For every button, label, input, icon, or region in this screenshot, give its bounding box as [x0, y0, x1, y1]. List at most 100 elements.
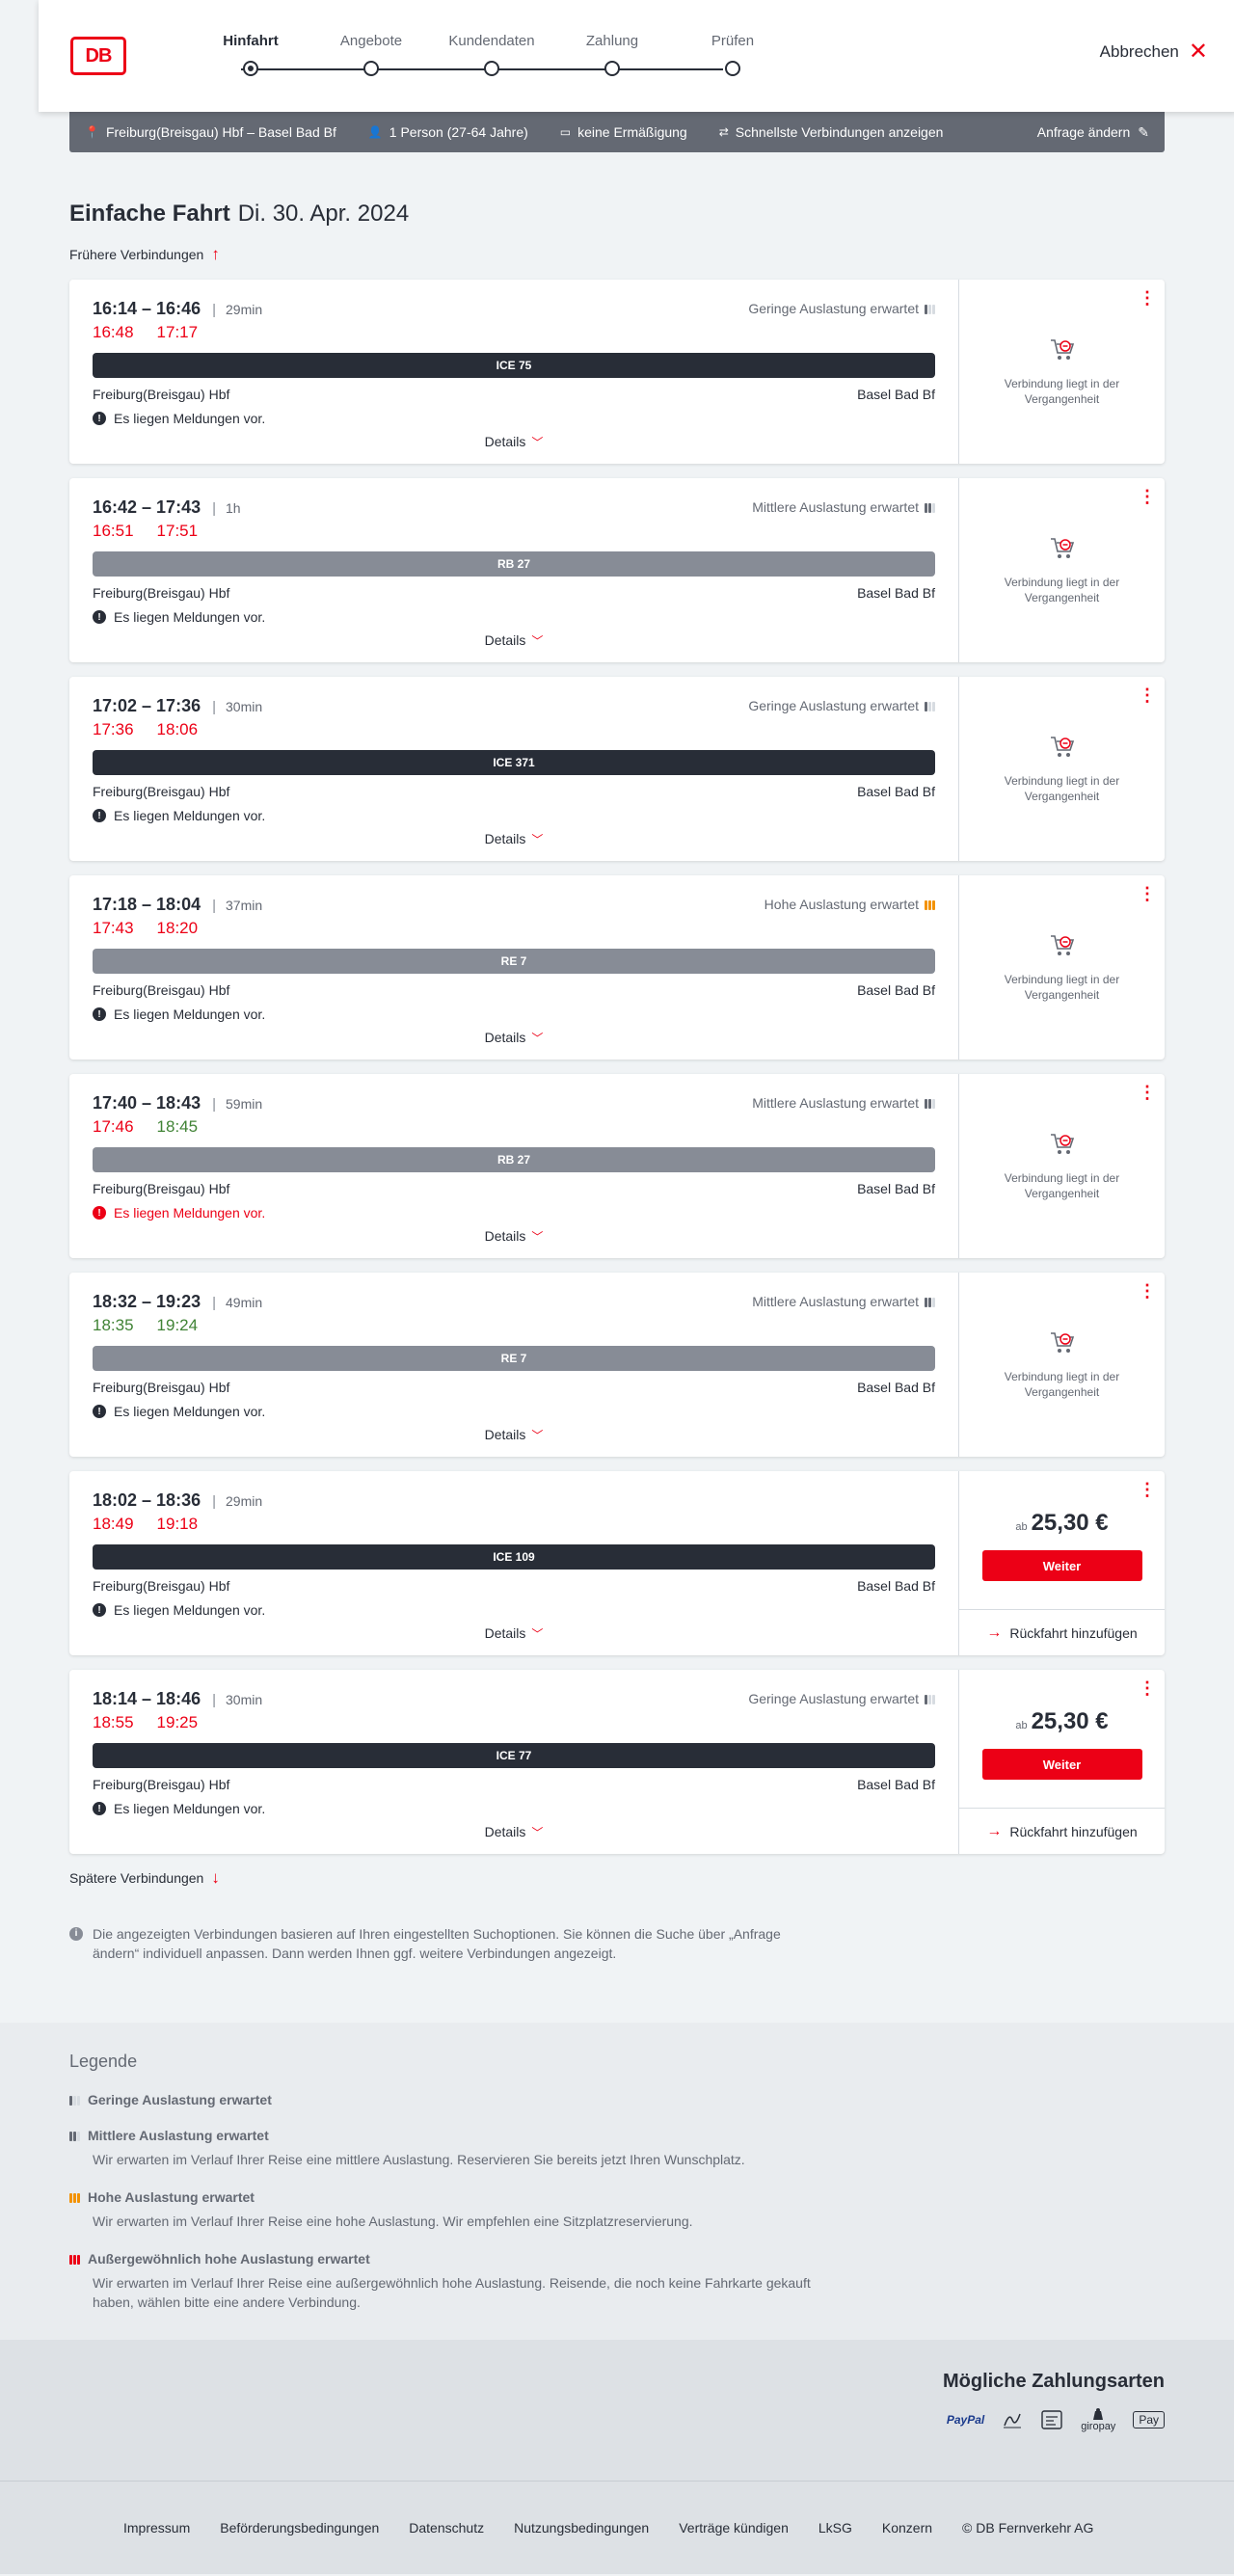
- search-summary-bar: 📍 Freiburg(Breisgau) Hbf – Basel Bad Bf 👤…: [69, 112, 1165, 152]
- change-request-button[interactable]: Anfrage ändern ✎: [1037, 124, 1149, 141]
- add-return-trip-link[interactable]: → Rückfahrt hinzufügen: [959, 1808, 1165, 1854]
- footer-link[interactable]: Beförderungsbedingungen: [220, 2520, 379, 2536]
- step-kundendaten[interactable]: Kundendaten: [443, 33, 540, 76]
- cart-icon: [1049, 933, 1076, 958]
- train-bar[interactable]: ICE 109: [93, 1544, 935, 1570]
- details-toggle[interactable]: Details ﹀: [69, 1030, 958, 1046]
- occupancy-bar: [928, 1298, 931, 1307]
- notice-text: Es liegen Meldungen vor.: [114, 1602, 266, 1618]
- details-toggle[interactable]: Details ﹀: [69, 632, 958, 649]
- notice-message[interactable]: ! Es liegen Meldungen vor.: [93, 1602, 935, 1618]
- occupancy-icon: [925, 1296, 935, 1307]
- footer-link[interactable]: Nutzungsbedingungen: [514, 2520, 649, 2536]
- train-bar[interactable]: RE 7: [93, 949, 935, 974]
- cancel-button[interactable]: Abbrechen ✕: [1099, 40, 1208, 64]
- details-toggle[interactable]: Details ﹀: [69, 1427, 958, 1443]
- legend-item: Mittlere Auslastung erwartet Wir erwarten…: [69, 2128, 1234, 2169]
- cancel-label: Abbrechen: [1099, 42, 1179, 61]
- search-info-note: i Die angezeigten Verbindungen basieren a…: [69, 1924, 802, 1963]
- realtime-departure: 17:36: [93, 720, 134, 738]
- notice-message[interactable]: ! Es liegen Meldungen vor.: [93, 1801, 935, 1816]
- passenger-text: 1 Person (27-64 Jahre): [389, 124, 528, 140]
- earlier-connections-label: Frühere Verbindungen: [69, 247, 204, 262]
- train-bar[interactable]: ICE 371: [93, 750, 935, 775]
- legend-section: Legende Geringe Auslastung erwartet Mittl…: [0, 2023, 1234, 2340]
- occupancy-info: Mittlere Auslastung erwartet: [752, 1095, 935, 1111]
- step-indicator: [725, 61, 740, 76]
- more-options-icon[interactable]: ⋮: [1139, 885, 1156, 902]
- footer-link[interactable]: LkSG: [818, 2520, 852, 2536]
- time-separator: |: [212, 1096, 216, 1113]
- cart-icon: [1049, 536, 1076, 561]
- price: ab 25,30 €: [959, 1510, 1165, 1537]
- train-bar[interactable]: ICE 77: [93, 1743, 935, 1768]
- offer-panel: ⋮ Verbindung liegt in der Vergangenheit: [958, 478, 1165, 662]
- step-indicator: [604, 61, 620, 76]
- train-bar[interactable]: RB 27: [93, 551, 935, 577]
- details-toggle[interactable]: Details ﹀: [69, 434, 958, 450]
- occupancy-bar: [73, 2193, 76, 2203]
- pencil-icon: ✎: [1138, 123, 1149, 140]
- footer-link[interactable]: Impressum: [123, 2520, 190, 2536]
- realtime-departure: 16:51: [93, 522, 134, 540]
- later-connections-link[interactable]: Spätere Verbindungen ↓: [69, 1868, 1165, 1888]
- connection-details: 17:18 – 18:04 | 37min Hohe Auslastung erwar…: [69, 875, 958, 1060]
- notice-text: Es liegen Meldungen vor.: [114, 1006, 266, 1022]
- step-prüfen[interactable]: Prüfen: [684, 33, 781, 76]
- notice-message[interactable]: ! Es liegen Meldungen vor.: [93, 1006, 935, 1022]
- more-options-icon[interactable]: ⋮: [1139, 1282, 1156, 1300]
- notice-message[interactable]: ! Es liegen Meldungen vor.: [93, 411, 935, 426]
- alert-icon: !: [93, 412, 106, 425]
- footer-link[interactable]: Verträge kündigen: [679, 2520, 789, 2536]
- applepay-label: Pay: [1139, 2413, 1159, 2427]
- add-return-trip-link[interactable]: → Rückfahrt hinzufügen: [959, 1609, 1165, 1655]
- past-connection-text: Verbindung liegt in der Vergangenheit: [1004, 576, 1120, 604]
- fastest-text: Schnellste Verbindungen anzeigen: [735, 124, 944, 140]
- details-toggle[interactable]: Details ﹀: [69, 1824, 958, 1840]
- legend-item: Außergewöhnlich hohe Auslastung erwartet…: [69, 2251, 1234, 2312]
- occupancy-bar: [69, 2096, 72, 2106]
- time-separator: |: [212, 1692, 216, 1708]
- details-label: Details: [484, 1030, 526, 1045]
- more-options-icon[interactable]: ⋮: [1139, 1481, 1156, 1498]
- notice-message[interactable]: ! Es liegen Meldungen vor.: [93, 609, 935, 625]
- arrival-station: Basel Bad Bf: [857, 1578, 935, 1594]
- stations: Freiburg(Breisgau) Hbf Basel Bad Bf: [93, 1578, 935, 1594]
- more-options-icon[interactable]: ⋮: [1139, 1084, 1156, 1101]
- step-zahlung[interactable]: Zahlung: [564, 33, 660, 76]
- notice-message[interactable]: ! Es liegen Meldungen vor.: [93, 808, 935, 823]
- occupancy-bar: [932, 702, 935, 711]
- step-hinfahrt[interactable]: Hinfahrt: [202, 33, 299, 76]
- realtime-arrival: 19:18: [156, 1515, 199, 1533]
- notice-message[interactable]: ! Es liegen Meldungen vor.: [93, 1205, 935, 1221]
- earlier-connections-link[interactable]: Frühere Verbindungen ↑: [69, 245, 1165, 264]
- step-angebote[interactable]: Angebote: [323, 33, 419, 76]
- train-bar[interactable]: ICE 75: [93, 353, 935, 378]
- train-bar[interactable]: RE 7: [93, 1346, 935, 1371]
- realtime-departure: 18:55: [93, 1713, 134, 1731]
- more-options-icon[interactable]: ⋮: [1139, 289, 1156, 307]
- continue-button[interactable]: Weiter: [981, 1749, 1142, 1780]
- more-options-icon[interactable]: ⋮: [1139, 686, 1156, 704]
- db-logo[interactable]: DB: [70, 37, 126, 75]
- more-options-icon[interactable]: ⋮: [1139, 488, 1156, 505]
- connection-card: 18:32 – 19:23 | 49min Mittlere Auslastung e…: [69, 1273, 1165, 1457]
- details-toggle[interactable]: Details ﹀: [69, 831, 958, 847]
- details-toggle[interactable]: Details ﹀: [69, 1228, 958, 1245]
- offer-panel: ⋮ Verbindung liegt in der Vergangenheit: [958, 280, 1165, 464]
- offer-panel: ⋮ Verbindung liegt in der Vergangenheit: [958, 875, 1165, 1060]
- details-toggle[interactable]: Details ﹀: [69, 1625, 958, 1642]
- footer-link[interactable]: Konzern: [882, 2520, 932, 2536]
- continue-button[interactable]: Weiter: [981, 1550, 1142, 1581]
- footer-link[interactable]: Datenschutz: [409, 2520, 484, 2536]
- occupancy-info: Geringe Auslastung erwartet: [748, 1691, 935, 1706]
- train-bar[interactable]: RB 27: [93, 1147, 935, 1172]
- realtime-arrival: 18:06: [156, 720, 199, 738]
- notice-message[interactable]: ! Es liegen Meldungen vor.: [93, 1404, 935, 1419]
- alert-icon: !: [93, 1007, 106, 1021]
- footer-link[interactable]: © DB Fernverkehr AG: [962, 2520, 1093, 2536]
- stations: Freiburg(Breisgau) Hbf Basel Bad Bf: [93, 585, 935, 601]
- arrow-right-icon: →: [986, 1822, 1003, 1839]
- more-options-icon[interactable]: ⋮: [1139, 1679, 1156, 1697]
- occupancy-bar: [77, 2132, 80, 2141]
